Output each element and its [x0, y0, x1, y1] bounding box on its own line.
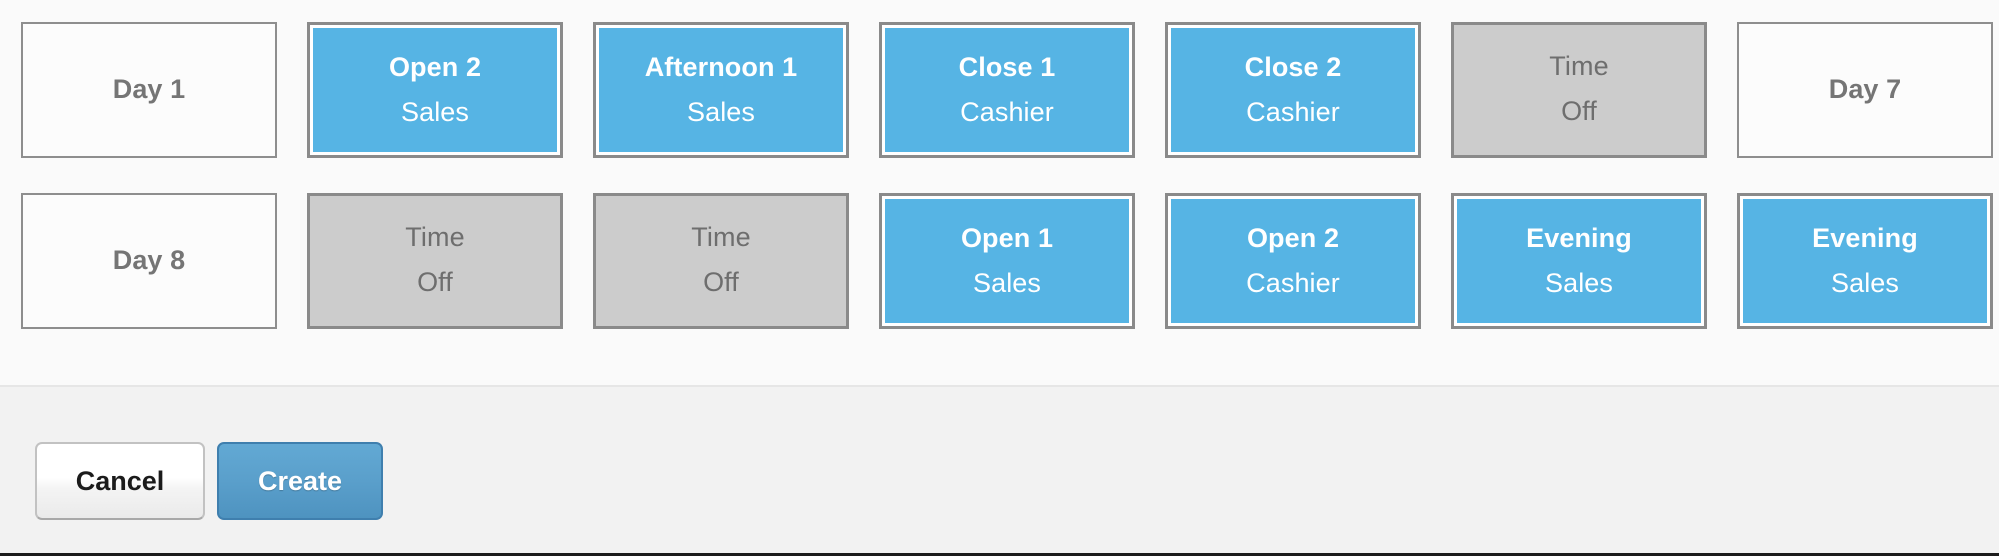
- shift-card[interactable]: Open 2 Sales: [307, 22, 563, 158]
- schedule-grid: Day 1 Open 2 Sales Afternoon 1 Sales Clo…: [0, 0, 1999, 385]
- cancel-button[interactable]: Cancel: [35, 442, 205, 520]
- card-title: Time: [691, 222, 751, 253]
- card-title: Afternoon 1: [644, 52, 798, 83]
- card-title: Open 1: [960, 223, 1054, 254]
- card-title: Time: [1549, 51, 1609, 82]
- card-title: Evening: [1526, 223, 1632, 254]
- shift-schedule-dialog: Day 1 Open 2 Sales Afternoon 1 Sales Clo…: [0, 0, 1999, 556]
- card-subtitle: Cashier: [1246, 96, 1340, 127]
- shift-card[interactable]: Close 1 Cashier: [879, 22, 1135, 158]
- card-subtitle: Sales: [972, 267, 1042, 298]
- card-title: Time: [405, 222, 465, 253]
- shift-card[interactable]: Afternoon 1 Sales: [593, 22, 849, 158]
- card-subtitle: Cashier: [1246, 267, 1340, 298]
- time-off-card[interactable]: Time Off: [593, 193, 849, 329]
- card-subtitle: Off: [1561, 95, 1597, 126]
- schedule-row: Day 1 Open 2 Sales Afternoon 1 Sales Clo…: [21, 22, 1993, 158]
- day-placeholder-card[interactable]: Day 8: [21, 193, 277, 329]
- time-off-card[interactable]: Time Off: [307, 193, 563, 329]
- card-title: Evening: [1812, 223, 1918, 254]
- card-title: Day 7: [1828, 74, 1902, 105]
- card-subtitle: Off: [417, 266, 453, 297]
- shift-card[interactable]: Evening Sales: [1451, 193, 1707, 329]
- card-title: Close 2: [1244, 52, 1342, 83]
- time-off-card[interactable]: Time Off: [1451, 22, 1707, 158]
- card-subtitle: Sales: [686, 96, 756, 127]
- create-button[interactable]: Create: [217, 442, 383, 520]
- day-placeholder-card[interactable]: Day 1: [21, 22, 277, 158]
- shift-card[interactable]: Open 2 Cashier: [1165, 193, 1421, 329]
- dialog-footer: Cancel Create: [0, 385, 1999, 556]
- card-subtitle: Off: [703, 266, 739, 297]
- card-title: Day 1: [112, 74, 186, 105]
- card-title: Close 1: [958, 52, 1056, 83]
- card-subtitle: Cashier: [960, 96, 1054, 127]
- shift-card[interactable]: Evening Sales: [1737, 193, 1993, 329]
- card-title: Open 2: [388, 52, 482, 83]
- day-placeholder-card[interactable]: Day 7: [1737, 22, 1993, 158]
- schedule-row: Day 8 Time Off Time Off Open 1 Sales Ope…: [21, 193, 1993, 329]
- shift-card[interactable]: Open 1 Sales: [879, 193, 1135, 329]
- card-subtitle: Sales: [1544, 267, 1614, 298]
- card-title: Day 8: [112, 245, 186, 276]
- footer-button-bar: Cancel Create: [35, 442, 383, 520]
- shift-card[interactable]: Close 2 Cashier: [1165, 22, 1421, 158]
- card-title: Open 2: [1246, 223, 1340, 254]
- card-subtitle: Sales: [400, 96, 470, 127]
- card-subtitle: Sales: [1830, 267, 1900, 298]
